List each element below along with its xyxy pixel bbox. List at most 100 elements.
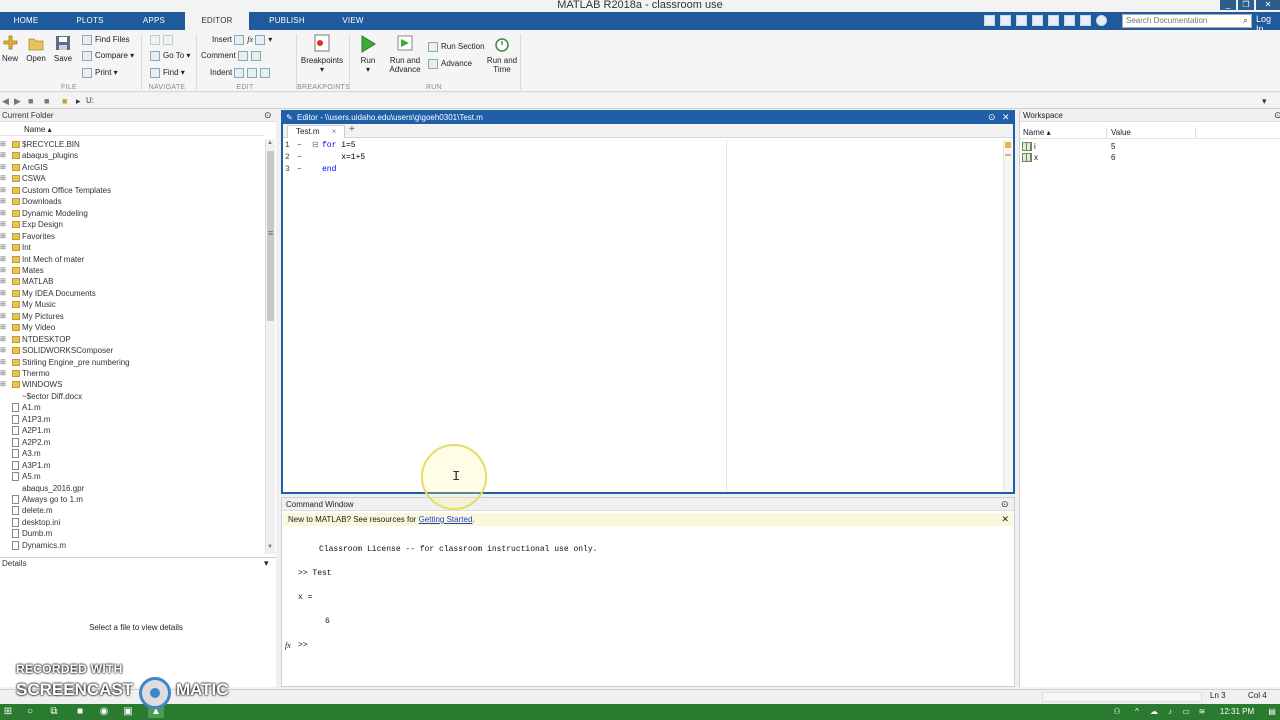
expand-icon[interactable]: ⊞ bbox=[0, 162, 6, 173]
file-list-item[interactable]: ⊞ ArcGIS bbox=[0, 162, 265, 173]
search-documentation-input[interactable]: Search Documentation ⌕ bbox=[1122, 14, 1252, 28]
column-divider[interactable] bbox=[1195, 127, 1196, 139]
expand-icon[interactable]: ⊞ bbox=[0, 322, 6, 333]
expand-icon[interactable]: ⊞ bbox=[0, 345, 6, 356]
file-list-item[interactable]: Always go to 1.m bbox=[0, 494, 265, 505]
file-list-item[interactable]: A2P1.m bbox=[0, 425, 265, 436]
scrollbar[interactable]: ▲ ▼ bbox=[265, 139, 275, 554]
file-list-item[interactable]: ⊞ WINDOWS bbox=[0, 379, 265, 390]
value-column-header[interactable]: Value bbox=[1111, 127, 1131, 139]
workspace-options-icon[interactable]: ⊙ bbox=[1274, 110, 1280, 121]
breakpoint-dash-icon[interactable]: − bbox=[297, 164, 302, 176]
workspace-variable-row[interactable]: x6 bbox=[1020, 152, 1280, 163]
file-list-item[interactable]: ⊞ $RECYCLE.BIN bbox=[0, 139, 265, 150]
tab-view[interactable]: VIEW bbox=[330, 12, 376, 30]
run-and-time-button[interactable]: Run and Time bbox=[484, 34, 520, 74]
file-list-item[interactable]: desktop.ini bbox=[0, 517, 265, 528]
breakpoint-dash-icon[interactable]: − bbox=[297, 152, 302, 164]
clock[interactable]: 12:31 PM bbox=[1212, 706, 1262, 718]
fx-icon[interactable]: fx bbox=[285, 641, 291, 650]
file-list-item[interactable]: abaqus_2016.gpr bbox=[0, 483, 265, 494]
tab-apps[interactable]: APPS bbox=[128, 12, 180, 30]
fold-icon[interactable]: ⊟ bbox=[312, 140, 319, 150]
switch-windows-icon[interactable] bbox=[1080, 15, 1091, 26]
file-list-item[interactable]: ⊞ NTDESKTOP bbox=[0, 334, 265, 345]
expand-icon[interactable]: ⊞ bbox=[0, 185, 6, 196]
file-list-item[interactable]: A1.m bbox=[0, 402, 265, 413]
file-list-item[interactable]: A2P2.m bbox=[0, 437, 265, 448]
current-path[interactable]: U: bbox=[86, 96, 94, 105]
breakpoints-button[interactable]: Breakpoints ▾ bbox=[300, 34, 344, 74]
expand-icon[interactable]: ⊞ bbox=[0, 173, 6, 184]
file-list-item[interactable]: ⊞ My Music bbox=[0, 299, 265, 310]
undo-quick-icon[interactable] bbox=[1048, 15, 1059, 26]
file-list-item[interactable]: ⊞ My Pictures bbox=[0, 311, 265, 322]
advance-button[interactable]: Advance bbox=[428, 59, 472, 69]
column-divider[interactable] bbox=[1106, 127, 1107, 139]
people-icon[interactable]: ⚇ bbox=[1112, 706, 1122, 718]
insert-button[interactable]: Insert fx ▾ bbox=[212, 35, 272, 45]
code-line[interactable]: 1− for i=5 bbox=[283, 140, 1008, 152]
editor-scrollbar[interactable] bbox=[1003, 140, 1013, 492]
copy-quick-icon[interactable] bbox=[1016, 15, 1027, 26]
expand-icon[interactable]: ⊞ bbox=[0, 219, 6, 230]
command-window-options-icon[interactable]: ⊙ bbox=[1001, 499, 1009, 510]
file-list-item[interactable]: ⊞ Custom Office Templates bbox=[0, 185, 265, 196]
name-column-header[interactable]: Name ▴ bbox=[1023, 127, 1051, 139]
close-button[interactable]: ✕ bbox=[1256, 0, 1280, 10]
volume-icon[interactable]: ♪ bbox=[1164, 706, 1176, 718]
print-button[interactable]: Print ▾ bbox=[82, 68, 118, 78]
tray-chevron-icon[interactable]: ^ bbox=[1132, 706, 1142, 718]
task-view-icon[interactable]: ⧉ bbox=[48, 706, 60, 718]
network-icon[interactable]: ☁ bbox=[1148, 706, 1160, 718]
fx-icon[interactable]: fx bbox=[247, 35, 253, 44]
expand-icon[interactable]: ⊞ bbox=[0, 334, 6, 345]
file-list-item[interactable]: A3.m bbox=[0, 448, 265, 459]
name-column-header[interactable]: Name ▴ bbox=[0, 124, 265, 136]
command-prompt[interactable]: >> bbox=[298, 641, 308, 650]
expand-icon[interactable]: ⊞ bbox=[0, 265, 6, 276]
scroll-down-icon[interactable]: ▼ bbox=[267, 544, 273, 550]
code-area[interactable]: 1− for i=5 2− x=1+5 3− end ⊟ bbox=[283, 140, 1008, 492]
save-quick-icon[interactable] bbox=[984, 15, 995, 26]
save-button[interactable]: Save bbox=[52, 34, 74, 63]
file-list-item[interactable]: ⊞ abaqus_plugins bbox=[0, 150, 265, 161]
code-line[interactable]: 2− x=1+5 bbox=[283, 152, 1008, 164]
wifi-icon[interactable]: ≋ bbox=[1196, 706, 1208, 718]
close-tab-icon[interactable]: × bbox=[332, 127, 337, 136]
file-list-item[interactable]: ⊞ Int bbox=[0, 242, 265, 253]
file-list-item[interactable]: ⊞ CSWA bbox=[0, 173, 265, 184]
run-and-advance-button[interactable]: Run and Advance bbox=[387, 34, 423, 74]
back-icon[interactable]: ◀ bbox=[2, 96, 9, 107]
open-button[interactable]: Open bbox=[25, 34, 47, 63]
file-list-item[interactable]: ⊞ Downloads bbox=[0, 196, 265, 207]
tab-plots[interactable]: PLOTS bbox=[64, 12, 116, 30]
expand-icon[interactable]: ⊞ bbox=[0, 196, 6, 207]
run-section-button[interactable]: Run Section bbox=[428, 42, 485, 52]
code-analyzer-indicator-icon[interactable] bbox=[1005, 142, 1011, 148]
tab-editor[interactable]: EDITOR bbox=[185, 12, 249, 30]
bookmark-icons[interactable] bbox=[150, 35, 176, 45]
chrome-icon[interactable]: ◉ bbox=[98, 706, 110, 718]
file-list-item[interactable]: ⊞ Favorites bbox=[0, 231, 265, 242]
editor-options-icon[interactable]: ⊙ bbox=[988, 112, 996, 123]
run-button[interactable]: Run ▾ bbox=[356, 34, 380, 74]
file-explorer-icon[interactable]: ■ bbox=[74, 706, 86, 718]
find-button[interactable]: Find ▾ bbox=[150, 68, 185, 78]
file-list-item[interactable]: delete.m bbox=[0, 505, 265, 516]
file-list-item[interactable]: ~$ector Diff.docx bbox=[0, 391, 265, 402]
expand-icon[interactable]: ⊞ bbox=[0, 357, 6, 368]
search-icon[interactable]: ⌕ bbox=[1243, 15, 1248, 26]
file-list-item[interactable]: ⊞ Int Mech of mater bbox=[0, 254, 265, 265]
file-list-item[interactable]: ⊞ MATLAB bbox=[0, 276, 265, 287]
path-dropdown-icon[interactable]: ▾ bbox=[1262, 96, 1267, 107]
scroll-up-icon[interactable]: ▲ bbox=[267, 140, 273, 146]
workspace-variable-row[interactable]: i5 bbox=[1020, 141, 1280, 152]
file-list-item[interactable]: ⊞ Thermo bbox=[0, 368, 265, 379]
notification-icon[interactable]: ▤ bbox=[1266, 706, 1278, 718]
getting-started-link[interactable]: Getting Started bbox=[419, 515, 473, 524]
expand-icon[interactable]: ⊞ bbox=[0, 288, 6, 299]
file-list-item[interactable]: ⊞ Exp Design bbox=[0, 219, 265, 230]
browse-folder-icon[interactable]: ■ bbox=[44, 96, 49, 106]
file-list-item[interactable]: Dumb.m bbox=[0, 528, 265, 539]
